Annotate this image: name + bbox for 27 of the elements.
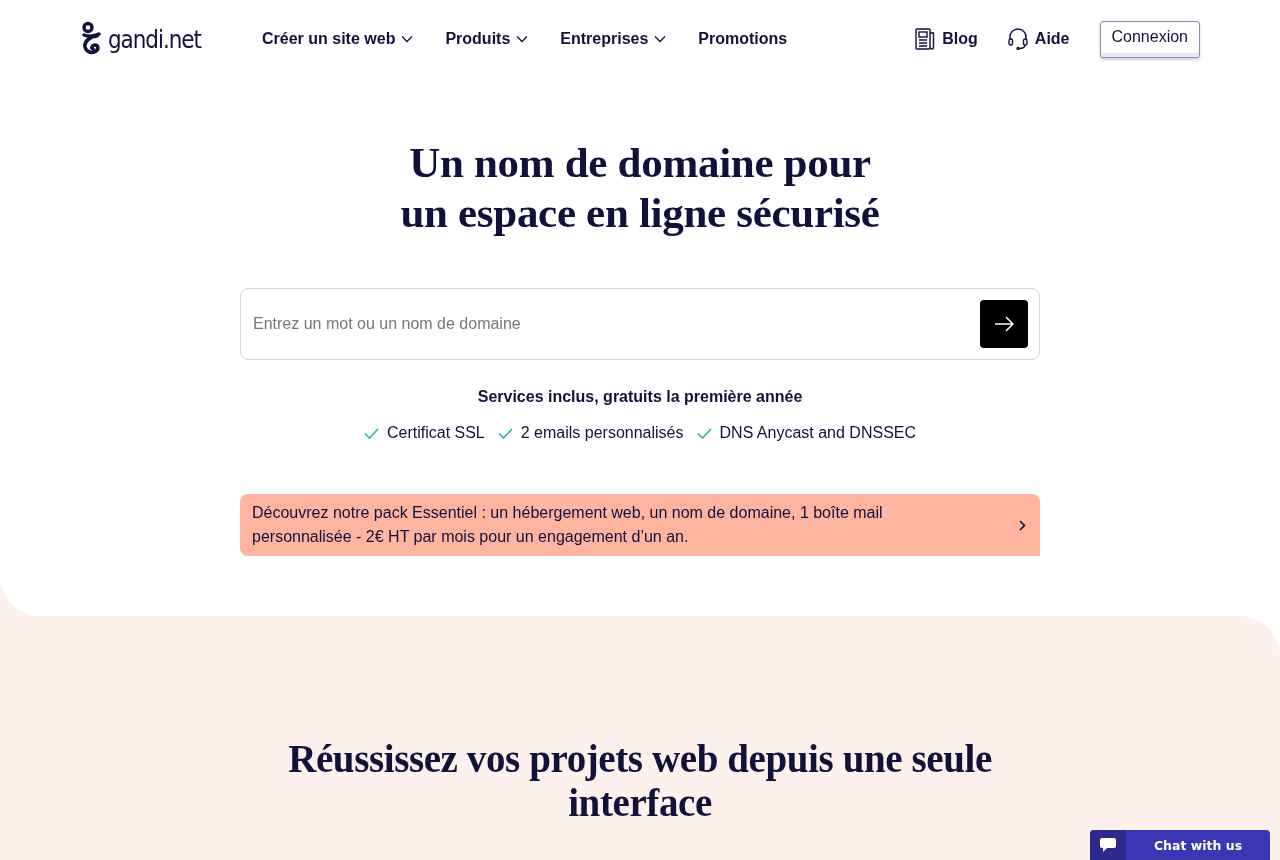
- newspaper-icon: [915, 28, 936, 50]
- features-title: Réussissez vos projets web depuis une seule interface: [288, 737, 992, 825]
- help-link[interactable]: Aide: [1007, 28, 1070, 50]
- arrow-right-icon: [994, 316, 1014, 332]
- nav-dropdown[interactable]: Produits: [445, 30, 529, 48]
- search-submit-button[interactable]: [980, 300, 1028, 348]
- hero-title: Un nom de domaine pour un espace en ligne sécurisé: [400, 138, 880, 238]
- blog-link[interactable]: Blog: [915, 28, 978, 50]
- nav-dropdown[interactable]: Entreprises: [560, 30, 667, 48]
- chevron-right-icon: [1019, 519, 1026, 531]
- headset-icon: [1007, 28, 1028, 50]
- check-icon: [497, 427, 513, 439]
- logo-swirl-icon: [80, 21, 102, 57]
- services-heading: Services inclus, gratuits la première année: [477, 388, 803, 406]
- chat-button[interactable]: Chat with us: [1090, 830, 1270, 860]
- promo-banner[interactable]: Découvrez notre pack Essentiel : un hébergement web, un nom de domaine, 1 boîte mail personnalisée - 2€ HT par mois pour un engagement d’un an.: [240, 494, 1040, 556]
- domain-search-field[interactable]: Entrez un mot ou un nom de domaine: [240, 288, 1040, 360]
- nav-link[interactable]: Promotions: [698, 30, 788, 48]
- service-item: Certificat SSL: [386, 424, 485, 442]
- logo-text: gandi.net: [108, 24, 201, 54]
- check-icon: [696, 427, 712, 439]
- nav-dropdown[interactable]: Créer un site web: [262, 30, 414, 48]
- service-item: 2 emails personnalisés: [520, 424, 684, 442]
- speech-bubble-icon: [1099, 837, 1117, 853]
- service-item: DNS Anycast and DNSSEC: [719, 424, 917, 442]
- check-icon: [363, 427, 379, 439]
- login-button[interactable]: Connexion: [1099, 20, 1200, 58]
